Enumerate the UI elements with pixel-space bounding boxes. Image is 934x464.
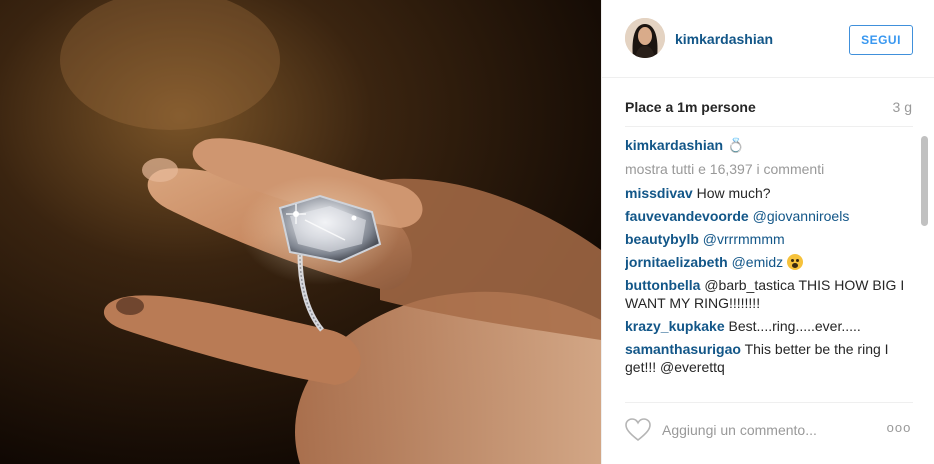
view-all-comments-link[interactable]: mostra tutti e 16,397 i commenti [625, 160, 915, 178]
fearful-face-icon [787, 254, 804, 270]
comment-input[interactable] [662, 417, 872, 443]
list-item: samanthasurigao This better be the ring … [625, 340, 915, 376]
comment-username[interactable]: beautybylb [625, 231, 699, 247]
more-options-button[interactable]: ooo [884, 420, 914, 440]
comments-scrollbar[interactable] [921, 136, 929, 394]
post-photo[interactable] [0, 0, 601, 464]
comment-username[interactable]: buttonbella [625, 277, 700, 293]
list-item: jornitaelizabeth @emidz [625, 253, 915, 271]
ring-on-hand-image [0, 0, 601, 464]
comment-text[interactable]: @emidz [732, 254, 784, 270]
post-side-panel: kimkardashian SEGUI Place a 1m persone 3… [601, 0, 934, 464]
likes-count[interactable]: Place a 1m persone [625, 99, 915, 115]
author-username[interactable]: kimkardashian [675, 31, 773, 47]
ring-icon: 💍 [726, 137, 745, 153]
caption: kimkardashian 💍 [625, 136, 915, 154]
list-item: krazy_kupkake Best....ring.....ever..... [625, 317, 915, 335]
comments-list[interactable]: kimkardashian 💍 mostra tutti e 16,397 i … [625, 136, 915, 394]
post-time: 3 g [892, 99, 912, 115]
comment-text: Best....ring.....ever..... [728, 318, 861, 334]
list-item: fauvevandevoorde @giovanniroels [625, 207, 915, 225]
divider [625, 402, 913, 403]
follow-button[interactable]: SEGUI [849, 25, 913, 55]
list-item: beautybylb @vrrrmmmm [625, 230, 915, 248]
comment-text: How much? [696, 185, 771, 201]
comment-username[interactable]: samanthasurigao [625, 341, 741, 357]
like-heart-icon[interactable] [625, 418, 651, 442]
comment-username[interactable]: krazy_kupkake [625, 318, 725, 334]
avatar[interactable] [625, 18, 665, 58]
post-header: kimkardashian SEGUI [602, 0, 934, 78]
comment-text[interactable]: @giovanniroels [753, 208, 850, 224]
comment-text[interactable]: @vrrrmmmm [703, 231, 785, 247]
caption-username[interactable]: kimkardashian [625, 137, 723, 153]
scrollbar-thumb[interactable] [921, 136, 928, 226]
list-item: missdivav How much? [625, 184, 915, 202]
comment-username[interactable]: missdivav [625, 185, 693, 201]
list-item: buttonbella @barb_tastica THIS HOW BIG I… [625, 276, 915, 312]
divider [625, 126, 913, 127]
more-options-label: ooo [886, 420, 912, 435]
comment-username[interactable]: jornitaelizabeth [625, 254, 728, 270]
comment-username[interactable]: fauvevandevoorde [625, 208, 749, 224]
